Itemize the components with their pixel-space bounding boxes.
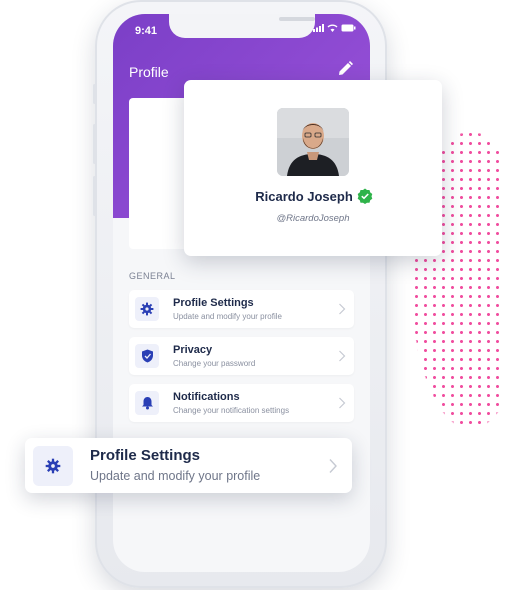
status-icons	[313, 24, 356, 32]
bell-icon	[135, 391, 159, 415]
profile-handle: @RicardoJoseph	[276, 213, 350, 224]
phone-notch	[169, 14, 315, 38]
speaker-grille	[279, 17, 315, 21]
profile-card-background	[129, 98, 189, 249]
settings-item-subtitle: Change your notification settings	[173, 406, 290, 415]
profile-card: Ricardo Joseph @RicardoJoseph	[184, 80, 442, 256]
phone-mute-button	[93, 84, 96, 104]
chevron-right-icon	[339, 397, 346, 409]
chevron-right-icon	[339, 303, 346, 315]
wifi-icon	[327, 24, 338, 32]
phone-volume-up-button	[93, 124, 96, 164]
battery-icon	[341, 24, 356, 32]
verified-badge-icon	[357, 188, 373, 209]
profile-name: Ricardo Joseph	[184, 189, 442, 204]
profile-name-text: Ricardo Joseph	[255, 189, 353, 204]
section-label: GENERAL	[129, 271, 176, 281]
settings-item-privacy[interactable]: Privacy Change your password	[129, 337, 354, 375]
shield-icon	[135, 344, 159, 368]
card-title: Profile Settings	[90, 447, 201, 464]
avatar	[277, 108, 349, 176]
status-time: 9:41	[135, 25, 158, 37]
gear-icon	[135, 297, 159, 321]
page-title: Profile	[129, 64, 169, 80]
settings-item-title: Profile Settings	[173, 297, 254, 309]
gear-icon	[33, 446, 73, 486]
settings-item-title: Notifications	[173, 391, 240, 403]
signal-icon	[313, 24, 324, 32]
settings-item-profile[interactable]: Profile Settings Update and modify your …	[129, 290, 354, 328]
chevron-right-icon	[329, 459, 337, 473]
profile-settings-card[interactable]: Profile Settings Update and modify your …	[25, 438, 352, 493]
settings-item-notifications[interactable]: Notifications Change your notification s…	[129, 384, 354, 422]
card-subtitle: Update and modify your profile	[90, 469, 261, 483]
settings-item-title: Privacy	[173, 344, 213, 356]
settings-item-subtitle: Update and modify your profile	[173, 312, 282, 321]
phone-volume-down-button	[93, 176, 96, 216]
settings-item-subtitle: Change your password	[173, 359, 256, 368]
chevron-right-icon	[339, 350, 346, 362]
